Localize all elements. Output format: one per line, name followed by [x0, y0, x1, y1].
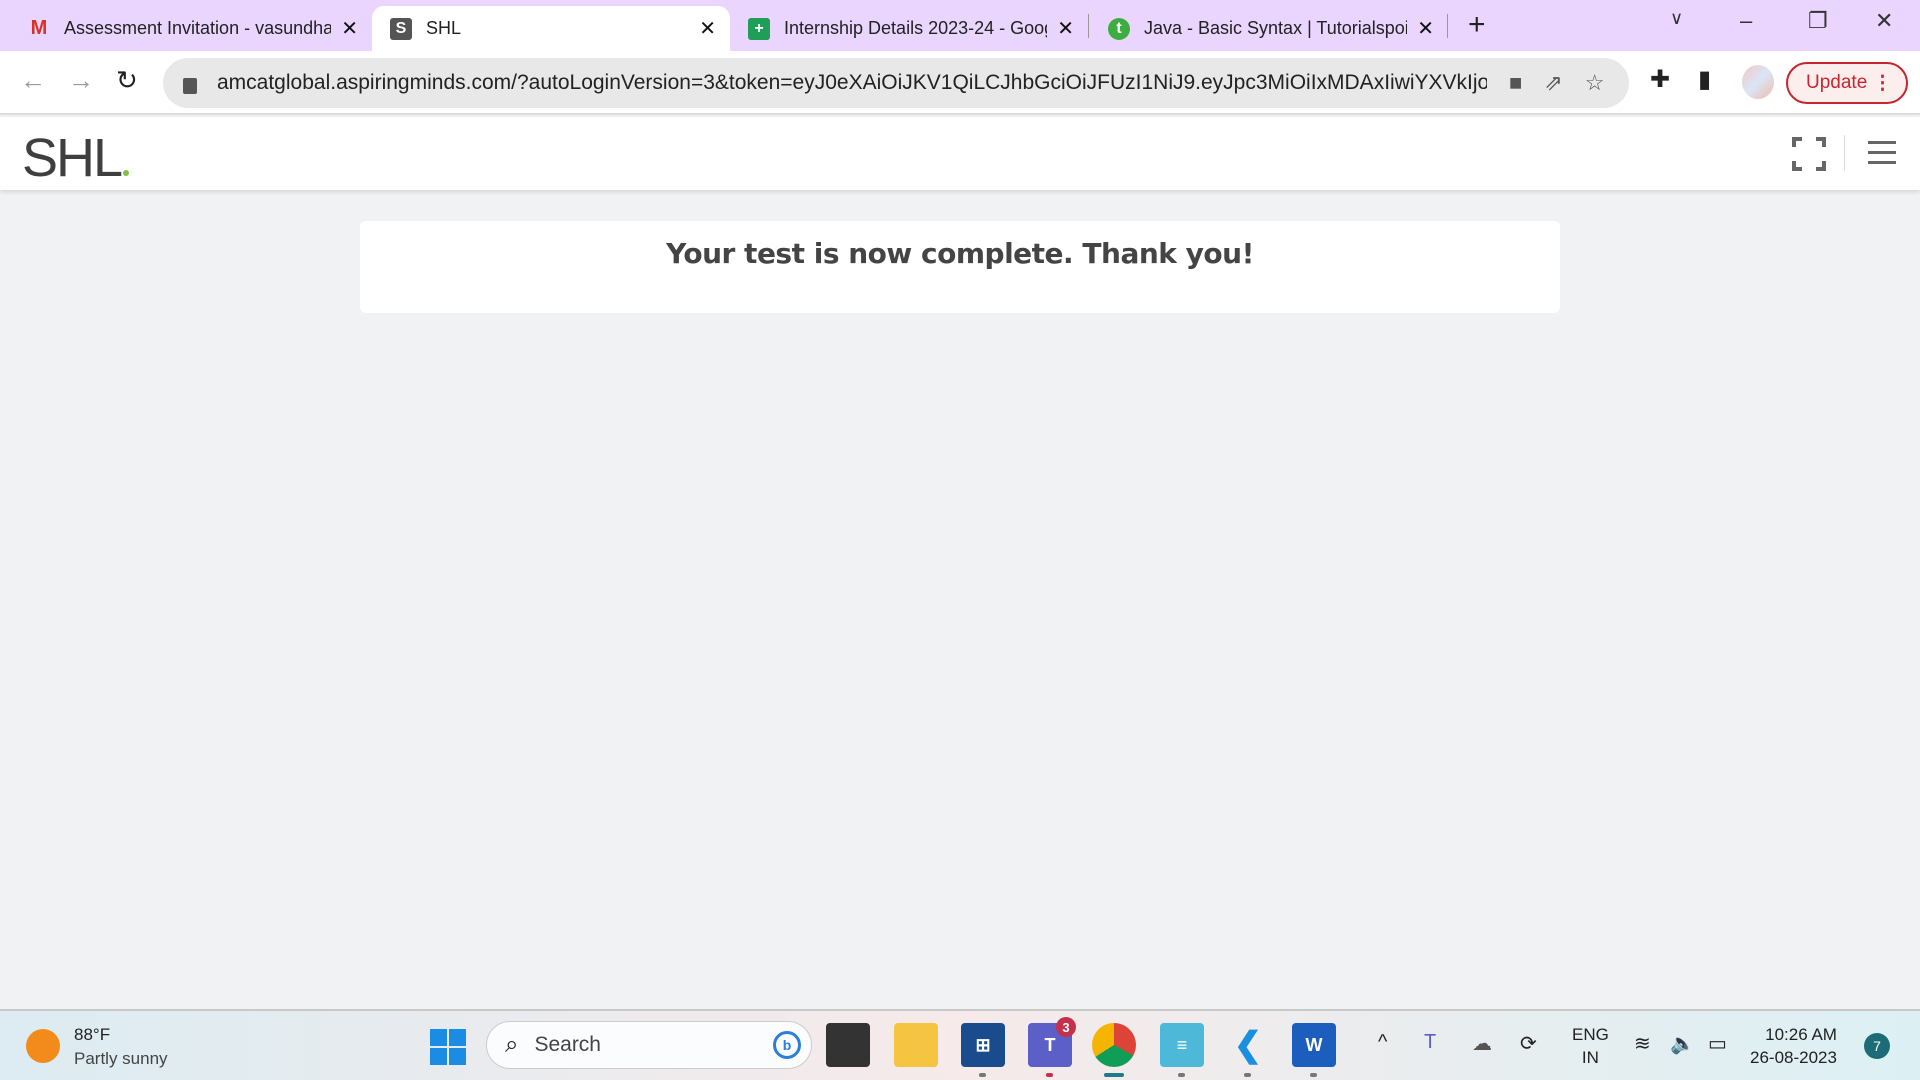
lock-icon[interactable] — [183, 78, 197, 94]
browser-toolbar: ← → ↻ amcatglobal.aspiringminds.com/?aut… — [0, 51, 1920, 115]
weather-widget[interactable]: 88°F Partly sunny — [26, 1025, 168, 1069]
profile-avatar[interactable] — [1742, 65, 1774, 99]
address-bar[interactable]: amcatglobal.aspiringminds.com/?autoLogin… — [163, 58, 1629, 108]
language-indicator[interactable]: ENG IN — [1572, 1023, 1609, 1069]
taskbar: 88°F Partly sunny ⌕ Search b ⊞ T3 ≡ ❮ W … — [0, 1009, 1920, 1080]
show-hidden-icons[interactable]: ^ — [1378, 1031, 1387, 1054]
wifi-icon[interactable]: ≋ — [1634, 1031, 1651, 1056]
tab-strip: M Assessment Invitation - vasundhara ✕ S… — [0, 0, 1920, 51]
close-tab-icon[interactable]: ✕ — [699, 16, 716, 41]
notepad-icon[interactable]: ≡ — [1160, 1023, 1204, 1077]
tab-search-icon[interactable]: ∨ — [1670, 8, 1683, 29]
close-tab-icon[interactable]: ✕ — [341, 16, 358, 41]
volume-icon[interactable]: 🔈 — [1670, 1031, 1695, 1056]
file-explorer-icon[interactable] — [894, 1023, 938, 1067]
completion-message: Your test is now complete. Thank you! — [666, 237, 1254, 270]
update-button[interactable]: Update ⋮ — [1786, 62, 1908, 104]
more-menu-icon[interactable]: ⋮ — [1873, 72, 1892, 95]
microsoft-store-icon[interactable]: ⊞ — [961, 1023, 1005, 1077]
tab-sheets[interactable]: + Internship Details 2023-24 - Google Sh… — [730, 6, 1088, 51]
sheets-icon: + — [748, 17, 770, 40]
forward-button[interactable]: → — [68, 65, 94, 96]
word-icon[interactable]: W — [1292, 1023, 1336, 1077]
vscode-icon[interactable]: ❮ — [1226, 1023, 1270, 1077]
shl-logo: SHL — [22, 127, 130, 189]
share-icon[interactable]: ⇗ — [1544, 70, 1562, 96]
new-tab-button[interactable]: + — [1468, 8, 1486, 42]
hamburger-menu-icon[interactable] — [1868, 141, 1896, 171]
tab-shl[interactable]: S SHL ✕ — [372, 6, 730, 51]
header-divider — [1844, 135, 1845, 171]
chrome-icon[interactable] — [1092, 1023, 1136, 1077]
tab-divider — [1088, 14, 1089, 38]
camera-icon[interactable]: ■ — [1509, 70, 1522, 96]
restore-button[interactable]: ❐ — [1808, 8, 1828, 34]
gmail-icon: M — [30, 17, 48, 39]
side-panel-icon[interactable]: ▮ — [1698, 65, 1711, 94]
tab-gmail[interactable]: M Assessment Invitation - vasundhara ✕ — [10, 6, 372, 51]
teams-tray-icon[interactable]: T — [1424, 1031, 1436, 1054]
fullscreen-icon[interactable] — [1792, 137, 1826, 171]
shl-icon: S — [390, 17, 412, 40]
tab-tutorialspoint[interactable]: t Java - Basic Syntax | Tutorialspoint ✕ — [1090, 6, 1448, 51]
bookmark-star-icon[interactable]: ☆ — [1585, 70, 1605, 96]
bing-icon[interactable]: b — [773, 1031, 801, 1059]
sync-icon[interactable]: ⟳ — [1520, 1031, 1537, 1056]
task-view-icon[interactable] — [826, 1023, 870, 1067]
onedrive-icon[interactable]: ☁ — [1472, 1031, 1492, 1056]
tutorialspoint-icon: t — [1108, 17, 1130, 40]
close-tab-icon[interactable]: ✕ — [1417, 16, 1434, 41]
teams-icon[interactable]: T3 — [1028, 1017, 1076, 1077]
minimize-button[interactable]: – — [1740, 8, 1752, 34]
notification-badge[interactable]: 7 — [1864, 1033, 1890, 1059]
partly-sunny-icon — [26, 1029, 60, 1063]
search-icon: ⌕ — [505, 1031, 519, 1058]
battery-icon[interactable]: ▭ — [1708, 1031, 1727, 1056]
extensions-icon[interactable]: ✚ — [1650, 65, 1670, 94]
completion-card: Your test is now complete. Thank you! — [360, 221, 1560, 313]
reload-button[interactable]: ↻ — [116, 65, 138, 96]
windows-start-icon[interactable] — [430, 1029, 466, 1065]
close-window-button[interactable]: ✕ — [1875, 8, 1893, 34]
tab-divider — [1447, 14, 1448, 38]
clock[interactable]: 10:26 AM 26-08-2023 — [1750, 1023, 1837, 1069]
close-tab-icon[interactable]: ✕ — [1057, 16, 1074, 41]
back-button[interactable]: ← — [20, 65, 46, 96]
app-header: SHL — [0, 117, 1920, 190]
taskbar-search[interactable]: ⌕ Search b — [486, 1021, 812, 1069]
